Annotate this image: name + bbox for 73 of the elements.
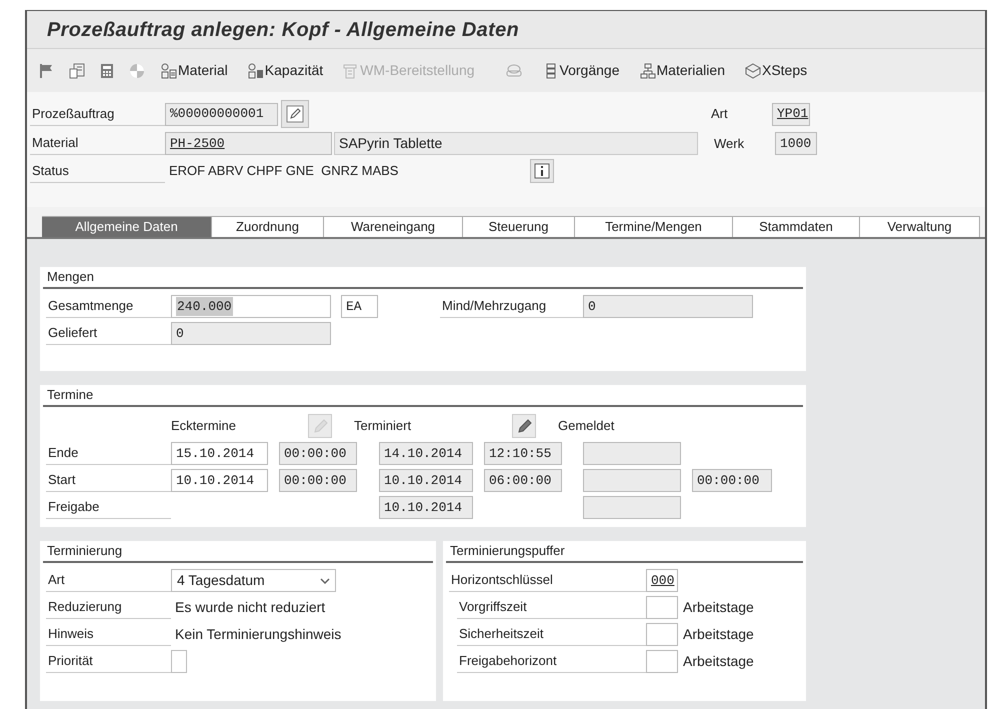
input-field: 0 xyxy=(171,322,331,345)
edit-icon[interactable] xyxy=(281,100,309,128)
column-header: Terminiert xyxy=(354,416,412,435)
field-label: Freigabe xyxy=(46,496,171,519)
material-icon xyxy=(161,62,177,78)
plant-field: 1000 xyxy=(775,132,817,155)
tab[interactable]: Verwaltung xyxy=(860,216,980,237)
key-field[interactable]: 000 xyxy=(646,569,678,592)
chevron-down-icon xyxy=(320,578,330,584)
dropdown[interactable]: 4 Tagesdatum xyxy=(171,569,336,592)
cube-icon xyxy=(744,62,761,78)
tab[interactable]: Allgemeine Daten xyxy=(42,216,212,237)
shelf-icon xyxy=(343,62,360,78)
calculator-icon[interactable] xyxy=(99,62,115,78)
document-icon[interactable] xyxy=(69,62,85,78)
date-field[interactable]: 15.10.2014 xyxy=(171,442,268,465)
info-icon[interactable] xyxy=(530,159,554,183)
tab[interactable]: Steuerung xyxy=(463,216,575,237)
panel-title: Terminierung xyxy=(47,542,122,560)
flag-icon[interactable] xyxy=(39,62,55,78)
unit-field[interactable]: EA xyxy=(341,295,378,318)
pie-icon[interactable] xyxy=(129,62,145,78)
printer-icon[interactable] xyxy=(504,62,523,78)
material-field: PH-2500 xyxy=(165,132,332,155)
status-text: EROF ABRV CHPF GNE GNRZ MABS xyxy=(168,162,400,180)
column-header: Ecktermine xyxy=(171,416,236,435)
date-field: 14.10.2014 xyxy=(379,442,473,465)
date-field[interactable]: 10.10.2014 xyxy=(171,469,268,492)
toolbar-button[interactable]: Material xyxy=(161,60,228,81)
toolbar-button[interactable]: Kapazität xyxy=(248,60,324,81)
value-text: Kein Terminierungshinweis xyxy=(174,625,342,644)
value-text: Es wurde nicht reduziert xyxy=(174,598,326,617)
capacity-icon xyxy=(248,62,264,78)
tab[interactable]: Termine/Mengen xyxy=(575,216,733,237)
input-field[interactable]: 240.000 xyxy=(171,295,331,318)
panel-title: Mengen xyxy=(47,268,94,286)
input-field: 0 xyxy=(583,295,753,318)
toolbar-button[interactable]: Materialien xyxy=(640,60,725,81)
input-field[interactable] xyxy=(646,596,678,619)
tab[interactable]: Stammdaten xyxy=(733,216,860,237)
panel-title: Termine xyxy=(47,386,94,404)
field-label: Art xyxy=(710,105,729,124)
date-field: 06:00:00 xyxy=(484,469,562,492)
field-label: Horizontschlüssel xyxy=(449,569,646,592)
field-label: Status xyxy=(30,160,165,182)
field-label: Werk xyxy=(713,134,746,153)
unit-text: Arbeitstage xyxy=(682,598,754,617)
input-field[interactable] xyxy=(646,623,678,646)
input-field[interactable] xyxy=(646,650,678,673)
date-field: 00:00:00 xyxy=(279,442,357,465)
date-field: 10.10.2014 xyxy=(379,496,473,519)
toolbar-button[interactable]: Vorgänge xyxy=(542,60,620,81)
tab[interactable]: Zuordnung xyxy=(212,216,324,237)
order-number-field: %00000000001 xyxy=(165,102,278,126)
field-label: Reduzierung xyxy=(46,596,171,619)
date-field: 00:00:00 xyxy=(692,469,772,492)
date-field: 10.10.2014 xyxy=(379,469,473,492)
type-field: YP01 xyxy=(772,102,810,126)
pencil-icon[interactable] xyxy=(512,414,536,438)
selected-text: 240.000 xyxy=(176,296,233,316)
hierarchy-icon xyxy=(640,62,656,78)
window-title: Prozeßauftrag anlegen: Kopf - Allgemeine Daten xyxy=(47,18,520,42)
panel-title: Terminierungspuffer xyxy=(450,542,565,560)
field-label: Hinweis xyxy=(46,623,171,646)
input-field[interactable] xyxy=(171,650,187,673)
unit-text: Arbeitstage xyxy=(682,652,754,671)
tab[interactable]: Wareneingang xyxy=(324,216,463,237)
column-header: Gemeldet xyxy=(558,416,614,435)
toolbar-button[interactable]: XSteps xyxy=(744,60,808,81)
date-field: 12:10:55 xyxy=(484,442,562,465)
unit-text: Arbeitstage xyxy=(682,625,754,644)
date-field: 00:00:00 xyxy=(279,469,357,492)
description-field: SAPyrin Tablette xyxy=(334,132,698,155)
